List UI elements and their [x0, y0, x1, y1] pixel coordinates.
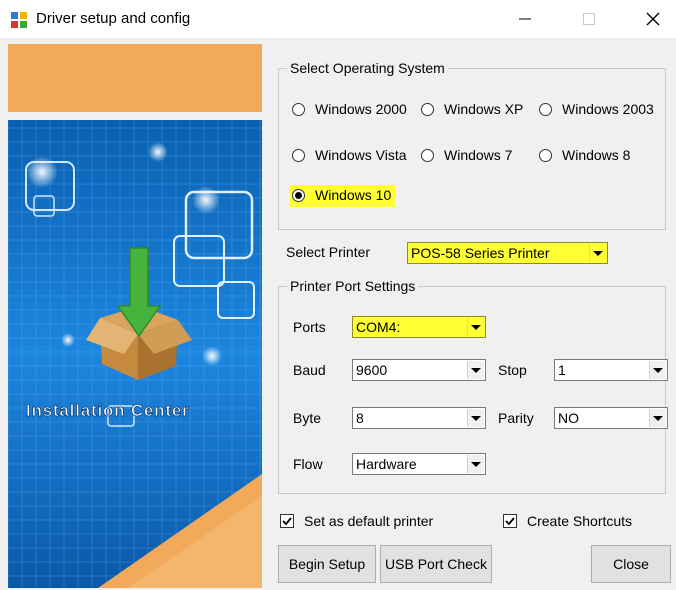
stop-label: Stop	[498, 362, 527, 378]
chevron-down-icon	[653, 367, 663, 373]
default-printer-label: Set as default printer	[304, 513, 434, 529]
ports-select-dropdown[interactable]	[467, 318, 484, 336]
os-group-legend: Select Operating System	[287, 60, 448, 76]
radio-indicator	[539, 148, 552, 162]
radio-windows-7[interactable]: Windows 7	[421, 147, 512, 163]
chevron-down-icon	[471, 461, 481, 467]
create-shortcuts-label: Create Shortcuts	[527, 513, 633, 529]
radio-indicator	[292, 102, 305, 116]
chevron-down-icon	[471, 367, 481, 373]
checkbox-indicator	[503, 514, 517, 528]
chevron-down-icon	[471, 324, 481, 330]
baud-select-value: 9600	[356, 362, 388, 378]
installation-banner: Installation Center	[8, 44, 262, 588]
title-bar[interactable]: Driver setup and config	[0, 0, 676, 38]
banner-caption: Installation Center	[26, 401, 190, 420]
byte-label: Byte	[293, 410, 322, 426]
chevron-down-icon	[593, 250, 603, 256]
radio-windows-vista[interactable]: Windows Vista	[292, 147, 407, 163]
radio-label: Windows 2000	[315, 101, 407, 117]
radio-label: Windows 2003	[562, 101, 654, 117]
checkmark-icon	[505, 517, 515, 526]
byte-select[interactable]: 8	[352, 407, 486, 429]
default-printer-checkbox[interactable]: Set as default printer	[280, 513, 433, 529]
maximize-button[interactable]	[566, 0, 612, 38]
parity-select-dropdown[interactable]	[649, 409, 666, 427]
installer-icon	[11, 12, 27, 28]
radio-label: Windows 10	[315, 187, 392, 203]
flow-label: Flow	[293, 456, 323, 472]
radio-indicator	[421, 102, 434, 116]
byte-select-dropdown[interactable]	[467, 409, 484, 427]
chevron-down-icon	[653, 415, 663, 421]
baud-label: Baud	[293, 362, 326, 378]
ports-label: Ports	[293, 319, 326, 335]
stop-select[interactable]: 1	[554, 359, 668, 381]
parity-label: Parity	[498, 410, 534, 426]
stop-select-value: 1	[558, 362, 566, 378]
chevron-down-icon	[471, 415, 481, 421]
minimize-button[interactable]	[502, 0, 548, 38]
radio-windows-xp[interactable]: Windows XP	[421, 101, 523, 117]
select-printer-label: Select Printer	[286, 244, 371, 260]
close-button[interactable]: Close	[591, 545, 671, 583]
flow-select-value: Hardware	[356, 456, 417, 472]
radio-label: Windows 7	[444, 147, 513, 163]
printer-select-value: POS-58 Series Printer	[411, 245, 550, 261]
baud-select-dropdown[interactable]	[467, 361, 484, 379]
create-shortcuts-checkbox[interactable]: Create Shortcuts	[503, 513, 632, 529]
radio-label: Windows 8	[562, 147, 631, 163]
parity-select[interactable]: NO	[554, 407, 668, 429]
parity-select-value: NO	[558, 410, 579, 426]
checkmark-icon	[282, 517, 292, 526]
begin-setup-button[interactable]: Begin Setup	[278, 545, 376, 583]
radio-indicator	[292, 188, 305, 202]
checkbox-indicator	[280, 514, 294, 528]
flow-select[interactable]: Hardware	[352, 453, 486, 475]
byte-select-value: 8	[356, 410, 364, 426]
close-window-button[interactable]	[630, 0, 676, 38]
baud-select[interactable]: 9600	[352, 359, 486, 381]
radio-windows-8[interactable]: Windows 8	[539, 147, 630, 163]
close-icon	[646, 12, 660, 26]
radio-indicator	[421, 148, 434, 162]
flow-select-dropdown[interactable]	[467, 455, 484, 473]
stop-select-dropdown[interactable]	[649, 361, 666, 379]
usb-port-check-button[interactable]: USB Port Check	[380, 545, 492, 583]
printer-select[interactable]: POS-58 Series Printer	[407, 242, 608, 264]
radio-windows-10[interactable]: Windows 10	[290, 185, 396, 207]
minimize-icon	[519, 18, 531, 20]
ports-select[interactable]: COM4:	[352, 316, 486, 338]
port-settings-legend: Printer Port Settings	[287, 278, 419, 294]
radio-label: Windows Vista	[315, 147, 407, 163]
radio-windows-2000[interactable]: Windows 2000	[292, 101, 407, 117]
maximize-icon	[583, 13, 595, 25]
radio-indicator	[292, 148, 305, 162]
printer-select-dropdown[interactable]	[589, 244, 606, 262]
ports-select-value: COM4:	[356, 319, 401, 335]
radio-label: Windows XP	[444, 101, 524, 117]
radio-windows-2003[interactable]: Windows 2003	[539, 101, 654, 117]
radio-indicator	[539, 102, 552, 116]
window-title: Driver setup and config	[36, 10, 191, 27]
